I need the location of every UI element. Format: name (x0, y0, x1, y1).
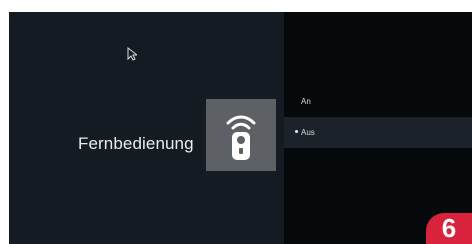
page-title: Fernbedienung (78, 134, 194, 153)
option-label-an: An (301, 97, 311, 106)
option-an[interactable]: An (284, 86, 472, 117)
page-number-badge: 6 (426, 213, 472, 244)
tv-settings-screen: Fernbedienung An Aus (9, 12, 472, 244)
remote-icon (226, 115, 256, 160)
mouse-pointer-icon (127, 47, 137, 61)
settings-title-pane: Fernbedienung (9, 12, 284, 244)
remote-control-tile (206, 99, 276, 171)
option-label-aus: Aus (301, 128, 315, 137)
selected-radio-dot (295, 130, 298, 133)
option-aus[interactable]: Aus (284, 117, 472, 148)
options-pane: An Aus (284, 12, 472, 244)
